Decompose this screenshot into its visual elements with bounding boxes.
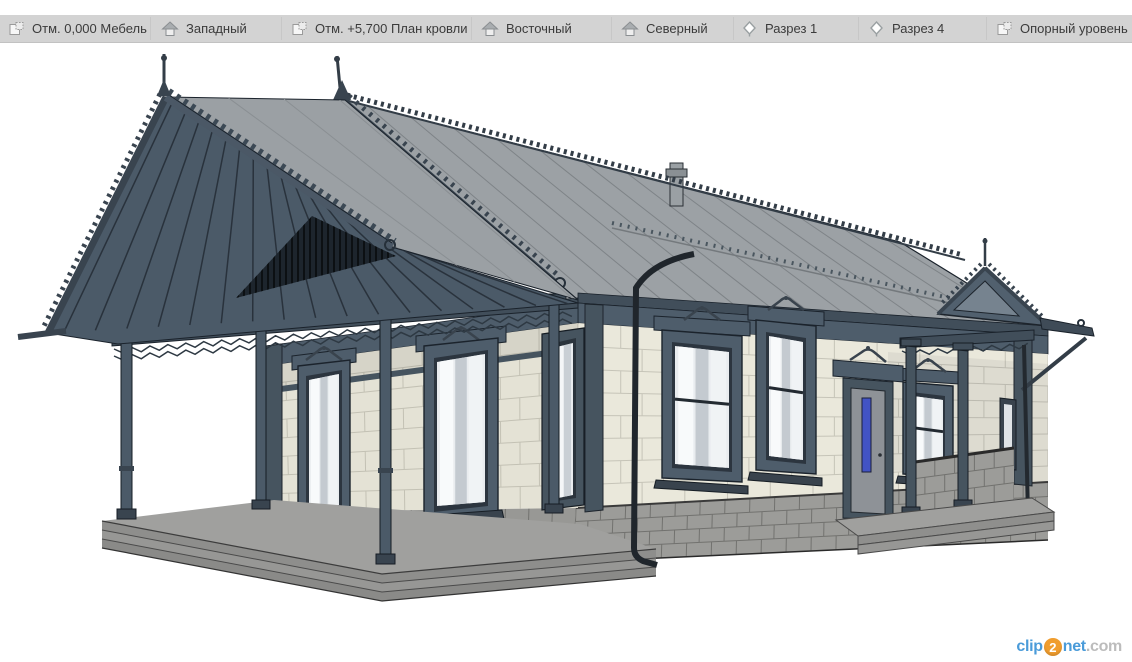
view-tab-roofplan[interactable]: Отм. +5,700 План кровли [291,15,468,42]
elevation-icon [481,20,499,37]
view-tab-east-elevation[interactable]: Восточный [481,15,572,42]
view-tab-west-elevation[interactable]: Западный [161,15,247,42]
view-tab-floorplan-furniture[interactable]: Отм. 0,000 Мебель [8,15,147,42]
floor-plan-icon [291,20,308,37]
watermark-net: net [1062,638,1086,655]
view-tab-bar: Отм. 0,000 Мебель Западный Отм. +5,700 П… [0,15,1132,43]
view-tab-label: Опорный уровень [1020,21,1128,36]
tab-separator [986,17,987,40]
view-tab-label: Западный [186,21,247,36]
tab-separator [611,17,612,40]
section-icon [868,20,885,37]
floor-plan-icon [8,20,25,37]
watermark-clip: clip [1016,638,1043,655]
floor-plan-icon [996,20,1013,37]
view-tab-label: Отм. +5,700 План кровли [315,21,468,36]
tab-separator [858,17,859,40]
watermark-two-badge: 2 [1043,638,1062,656]
porch-gable-finial [157,54,171,96]
watermark-com: .com [1085,638,1122,655]
window-top-strip [0,0,1132,15]
view-tab-label: Северный [646,21,708,36]
view-tab-section-4[interactable]: Разрез 4 [868,15,944,42]
station-building-3d-model [17,54,1095,602]
clip2net-watermark: clip 2 net .com [1016,638,1122,656]
view-tab-section-1[interactable]: Разрез 1 [741,15,817,42]
view-tab-north-elevation[interactable]: Северный [621,15,708,42]
3d-view-canvas[interactable] [0,42,1132,662]
tab-separator [281,17,282,40]
elevation-icon [621,20,639,37]
view-tab-reference-level[interactable]: Опорный уровень [996,15,1128,42]
entrance-door [832,346,904,521]
elevation-icon [161,20,179,37]
view-tab-label: Отм. 0,000 Мебель [32,21,147,36]
view-tab-label: Разрез 4 [892,21,945,36]
tab-separator [471,17,472,40]
view-tab-label: Восточный [506,21,572,36]
tab-separator [150,17,151,40]
view-tab-label: Разрез 1 [765,21,818,36]
tab-separator [733,17,734,40]
section-icon [741,20,758,37]
